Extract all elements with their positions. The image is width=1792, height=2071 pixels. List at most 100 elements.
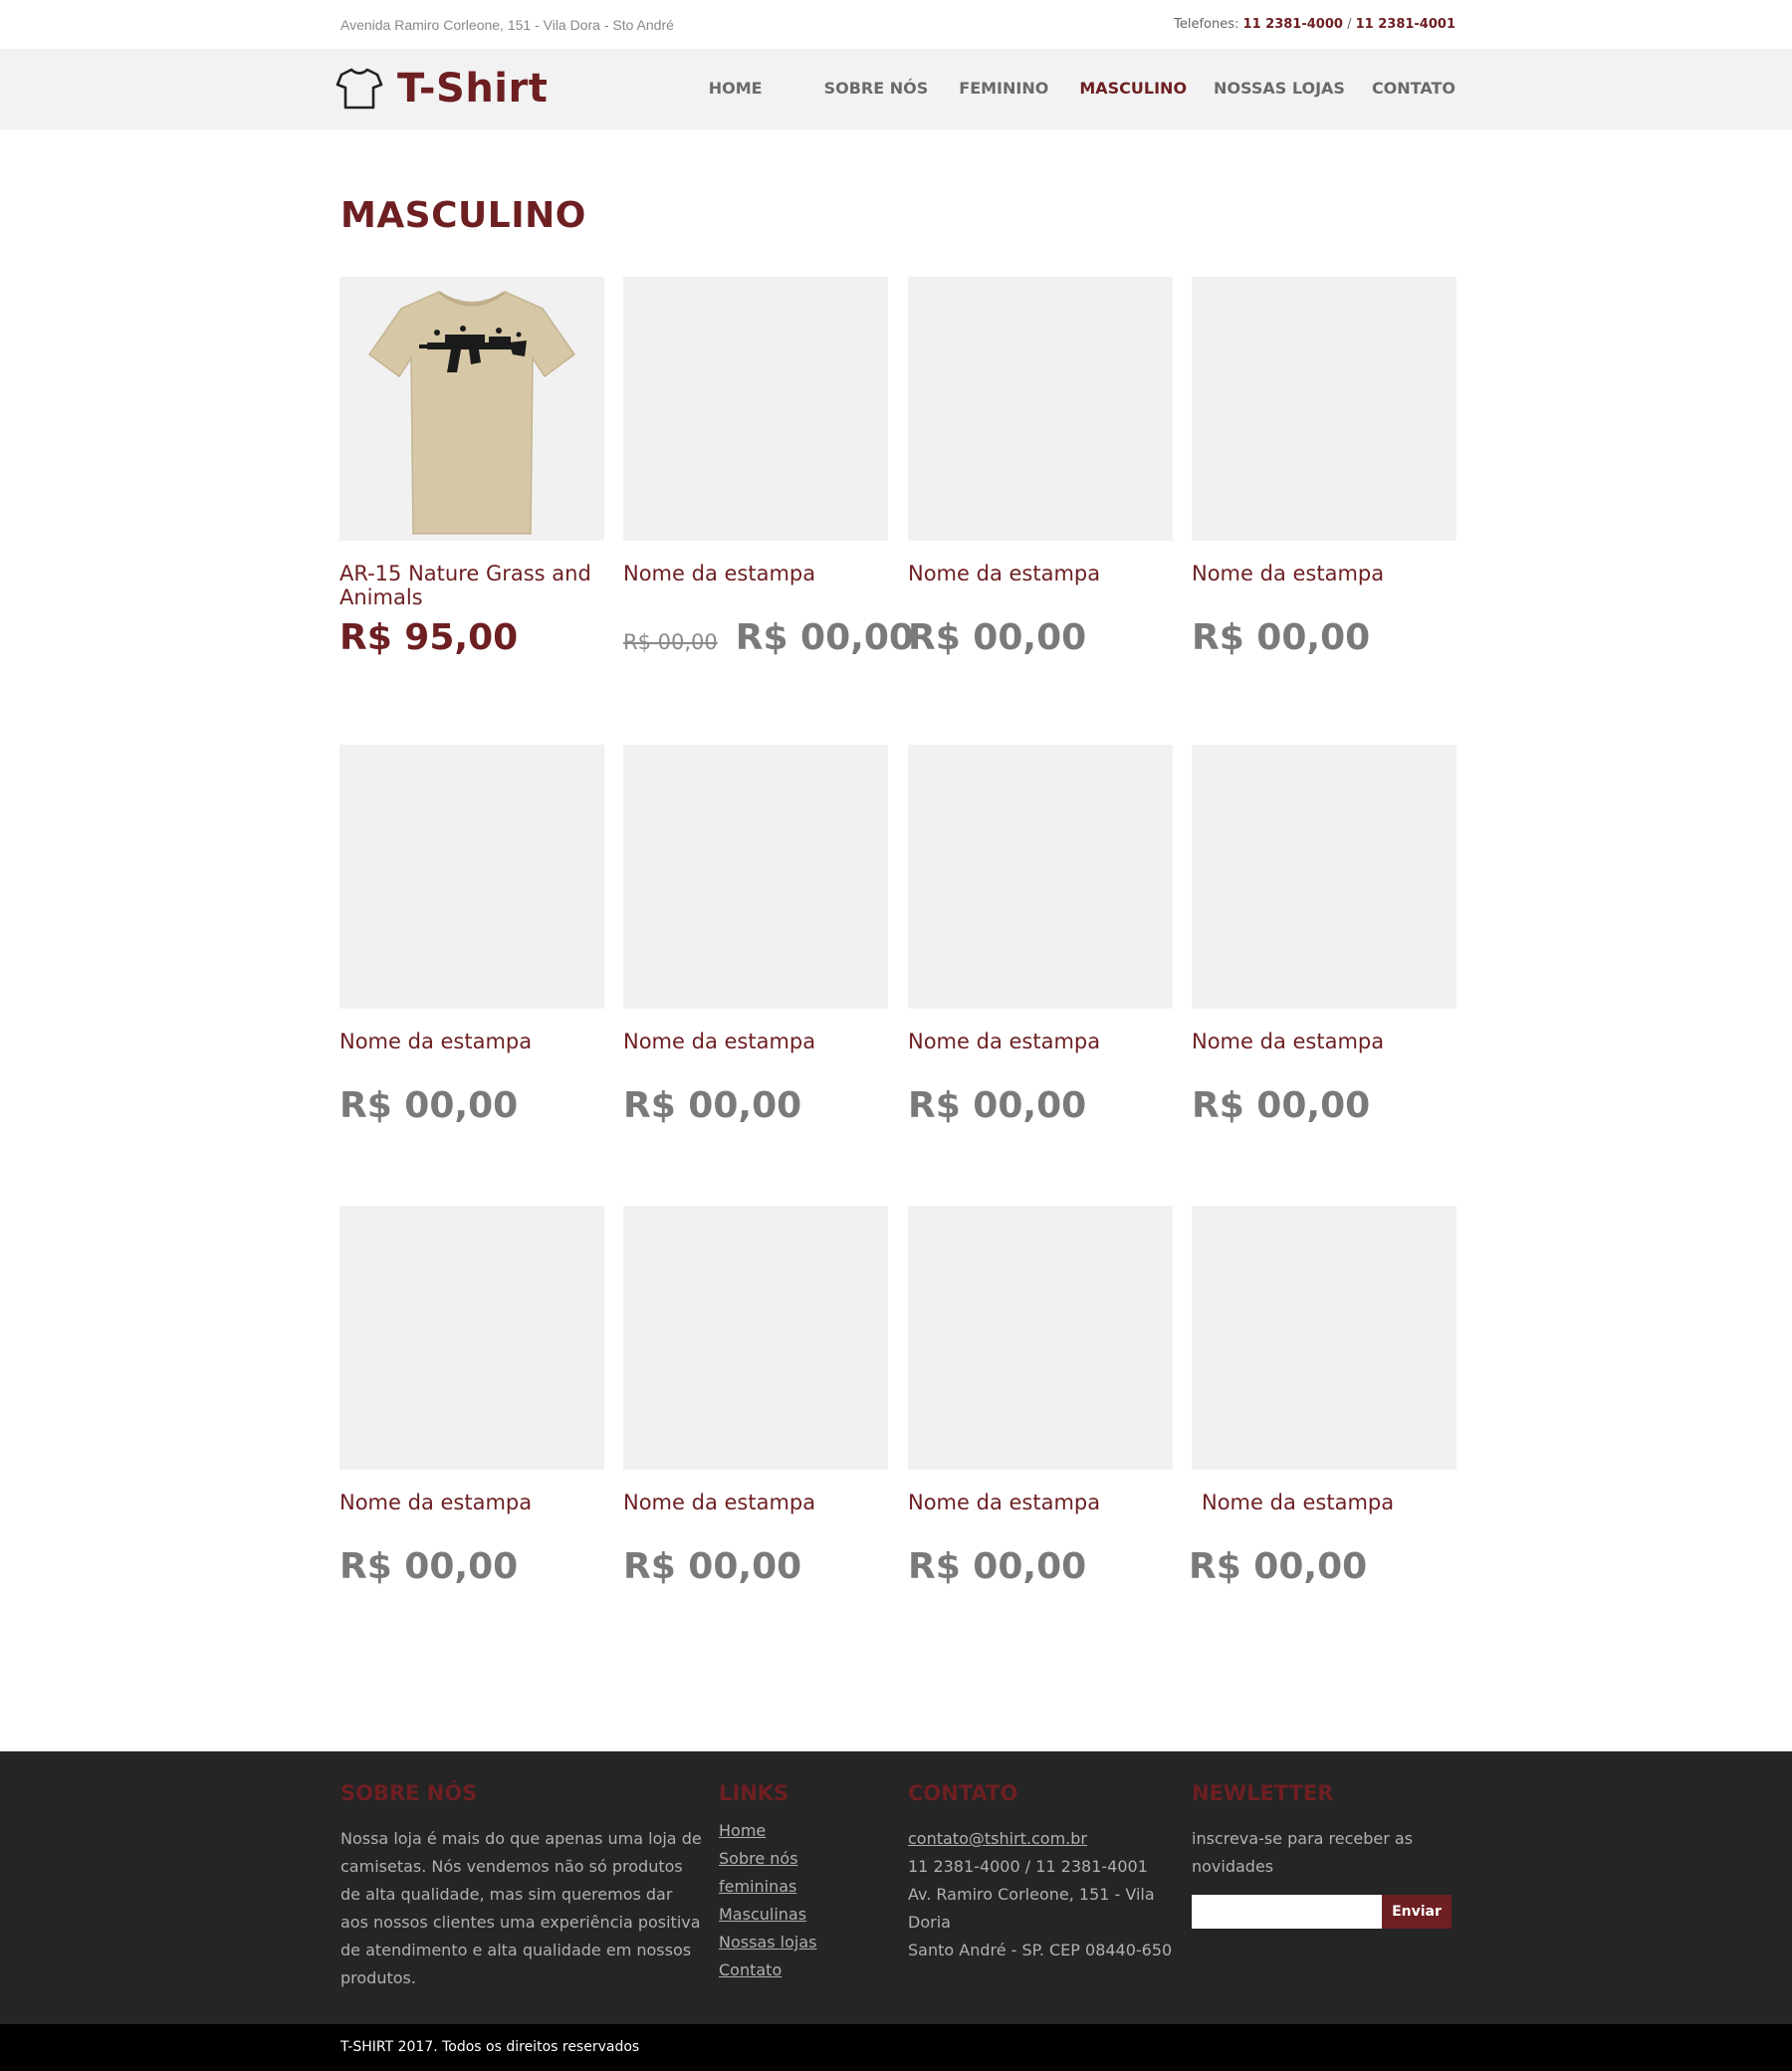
phone-separator: / — [1347, 17, 1352, 32]
nav-nossas-lojas[interactable]: NOSSAS LOJAS — [1214, 79, 1345, 98]
product-price-wrap: R$ 95,00 — [339, 617, 628, 658]
product-card[interactable]: Nome da estampa R$ 00,00 — [908, 1206, 1173, 1587]
product-price-wrap: R$ 00,00 — [908, 1085, 1197, 1126]
product-price: R$ 00,00 — [623, 1085, 802, 1126]
product-name[interactable]: Nome da estampa — [1192, 1030, 1456, 1053]
product-price-wrap: R$ 00,00 — [1192, 617, 1480, 658]
product-price: R$ 00,00 — [1189, 1546, 1368, 1587]
product-image[interactable] — [623, 277, 888, 541]
product-card[interactable]: Nome da estampa R$ 00,00 — [339, 1206, 604, 1587]
product-name[interactable]: Nome da estampa — [623, 562, 888, 585]
site-footer: SOBRE NÓS Nossa loja é mais do que apena… — [0, 1751, 1792, 2024]
phone-1: 11 2381-4000 — [1242, 17, 1343, 32]
product-name[interactable]: Nome da estampa — [908, 562, 1173, 585]
logo[interactable]: T-Shirt — [336, 63, 548, 115]
nav-contato[interactable]: CONTATO — [1372, 79, 1456, 98]
product-card[interactable]: Nome da estampa R$ 00,00 — [339, 745, 604, 1126]
footer-contact-address-1: Av. Ramiro Corleone, 151 - Vila Doria — [908, 1885, 1155, 1932]
product-price-wrap: R$ 00,00 — [623, 1085, 912, 1126]
product-price: R$ 00,00 — [908, 1085, 1087, 1126]
product-price: R$ 00,00 — [908, 617, 1087, 658]
product-price-wrap: R$ 00,00 R$ 00,00 — [623, 617, 914, 658]
footer-newsletter-title: NEWLETTER — [1192, 1781, 1334, 1805]
logo-text: T-Shirt — [397, 66, 549, 112]
product-price: R$ 00,00 — [623, 1546, 802, 1587]
footer-link-masculinas[interactable]: Masculinas — [719, 1905, 806, 1924]
product-name[interactable]: Nome da estampa — [623, 1491, 888, 1514]
product-card[interactable]: Nome da estampa R$ 00,00 — [908, 277, 1173, 658]
product-image[interactable] — [623, 1206, 888, 1470]
footer-links-list: Home Sobre nós femininas Masculinas Noss… — [719, 1817, 888, 1984]
footer-about-text: Nossa loja é mais do que apenas uma loja… — [340, 1829, 702, 1987]
product-price-wrap: R$ 00,00 — [1192, 1085, 1480, 1126]
newsletter-email-input[interactable] — [1192, 1895, 1382, 1929]
product-image[interactable] — [1192, 277, 1456, 541]
product-image[interactable] — [908, 277, 1173, 541]
copyright-bar: T-SHIRT 2017. Todos os direitos reservad… — [0, 2024, 1792, 2071]
newsletter-submit-button[interactable]: Enviar — [1382, 1895, 1452, 1929]
product-name[interactable]: Nome da estampa — [908, 1491, 1173, 1514]
product-card[interactable]: AR-15 Nature Grass and Animals R$ 95,00 — [339, 277, 604, 658]
product-image[interactable] — [339, 277, 604, 541]
top-bar: Avenida Ramiro Corleone, 151 - Vila Dora… — [0, 0, 1792, 49]
footer-links-title: LINKS — [719, 1781, 789, 1805]
product-card[interactable]: Nome da estampa R$ 00,00 — [623, 745, 888, 1126]
footer-link-femininas[interactable]: femininas — [719, 1877, 796, 1896]
footer-newsletter-text: inscreva-se para receber as novidades — [1192, 1829, 1414, 1876]
footer-about: SOBRE NÓS Nossa loja é mais do que apena… — [340, 1781, 704, 1992]
product-name[interactable]: Nome da estampa — [623, 1030, 888, 1053]
copyright-text: T-SHIRT 2017. Todos os direitos reservad… — [340, 2039, 640, 2055]
footer-newsletter: NEWLETTER inscreva-se para receber as no… — [1192, 1781, 1456, 1929]
nav-sobre-nos[interactable]: SOBRE NÓS — [824, 79, 929, 98]
nav-masculino[interactable]: MASCULINO — [1079, 79, 1187, 98]
site-header: T-Shirt HOME SOBRE NÓS FEMININO MASCULIN… — [0, 49, 1792, 129]
product-price: R$ 95,00 — [339, 617, 519, 658]
product-price: R$ 00,00 — [908, 1546, 1087, 1587]
footer-link-home[interactable]: Home — [719, 1821, 766, 1840]
product-name[interactable]: Nome da estampa — [1202, 1491, 1466, 1514]
page-title: MASCULINO — [340, 195, 586, 236]
product-old-price: R$ 00,00 — [623, 630, 718, 654]
footer-link-contato[interactable]: Contato — [719, 1960, 782, 1979]
product-name[interactable]: AR-15 Nature Grass and Animals — [339, 562, 604, 609]
product-price-wrap: R$ 00,00 — [623, 1546, 912, 1587]
product-price: R$ 00,00 — [339, 1085, 519, 1126]
product-price-wrap: R$ 00,00 — [908, 617, 1197, 658]
footer-link-sobre-nos[interactable]: Sobre nós — [719, 1849, 798, 1868]
product-image[interactable] — [1192, 1206, 1456, 1470]
product-image[interactable] — [339, 1206, 604, 1470]
product-image[interactable] — [339, 745, 604, 1009]
product-price: R$ 00,00 — [339, 1546, 519, 1587]
product-price-wrap: R$ 00,00 — [1189, 1546, 1477, 1587]
product-image[interactable] — [623, 745, 888, 1009]
product-card[interactable]: Nome da estampa R$ 00,00 — [908, 745, 1173, 1126]
product-image[interactable] — [908, 1206, 1173, 1470]
product-card[interactable]: Nome da estampa R$ 00,00 — [1189, 1206, 1456, 1587]
product-price-wrap: R$ 00,00 — [339, 1085, 628, 1126]
product-card[interactable]: Nome da estampa R$ 00,00 — [1192, 745, 1456, 1126]
footer-contact-title: CONTATO — [908, 1781, 1018, 1805]
phones-label: Telefones: — [1174, 17, 1239, 32]
product-name[interactable]: Nome da estampa — [1192, 562, 1456, 585]
footer-contact-email[interactable]: contato@tshirt.com.br — [908, 1829, 1087, 1848]
main-nav: HOME SOBRE NÓS FEMININO MASCULINO NOSSAS… — [681, 79, 1456, 98]
store-address: Avenida Ramiro Corleone, 151 - Vila Dora… — [340, 17, 674, 33]
product-price-wrap: R$ 00,00 — [339, 1546, 628, 1587]
product-name[interactable]: Nome da estampa — [908, 1030, 1173, 1053]
tshirt-icon — [336, 68, 383, 110]
product-name[interactable]: Nome da estampa — [339, 1030, 604, 1053]
nav-feminino[interactable]: FEMININO — [959, 79, 1048, 98]
product-price: R$ 00,00 — [1192, 617, 1371, 658]
product-card[interactable]: Nome da estampa R$ 00,00 — [623, 1206, 888, 1587]
footer-link-nossas-lojas[interactable]: Nossas lojas — [719, 1933, 816, 1952]
tshirt-product-image — [367, 291, 576, 535]
product-card[interactable]: Nome da estampa R$ 00,00 — [1192, 277, 1456, 658]
product-image[interactable] — [1192, 745, 1456, 1009]
product-image[interactable] — [908, 745, 1173, 1009]
footer-contact-phones: 11 2381-4000 / 11 2381-4001 — [908, 1857, 1148, 1876]
product-name[interactable]: Nome da estampa — [339, 1491, 604, 1514]
nav-home[interactable]: HOME — [709, 79, 763, 98]
product-card[interactable]: Nome da estampa R$ 00,00 R$ 00,00 — [623, 277, 914, 658]
footer-about-title: SOBRE NÓS — [340, 1781, 478, 1805]
product-price: R$ 00,00 — [735, 617, 914, 658]
